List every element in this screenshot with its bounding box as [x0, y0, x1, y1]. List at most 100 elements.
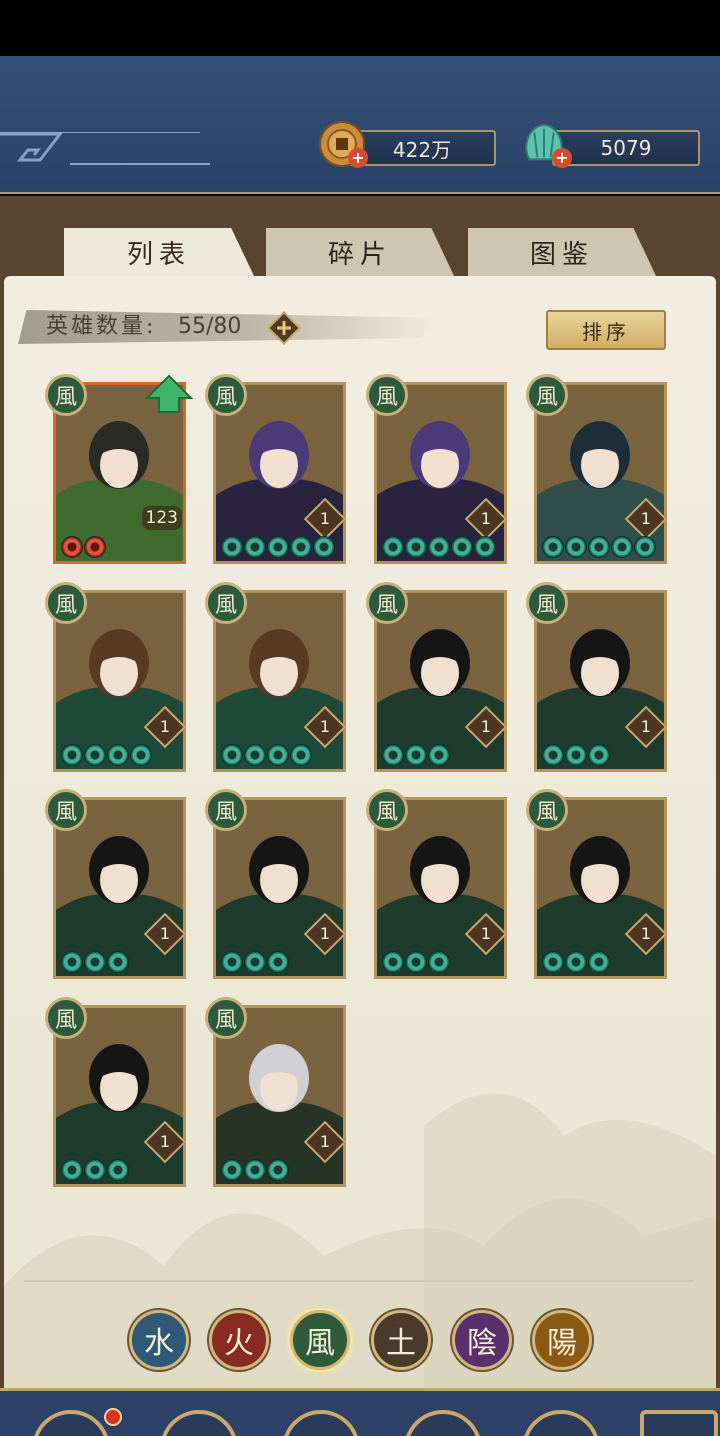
star-jade-icon: [221, 951, 243, 973]
hero-card[interactable]: 風1: [205, 582, 347, 772]
hero-card[interactable]: 風1: [366, 374, 508, 564]
star-jade-icon: [565, 744, 587, 766]
filter-wind-button[interactable]: 風: [290, 1310, 350, 1370]
hero-level: 1: [480, 509, 492, 528]
copper-amount: 422万: [348, 130, 496, 166]
star-jade-icon: [382, 951, 404, 973]
star-jade-icon: [267, 1159, 289, 1181]
tab-codex[interactable]: 图鉴: [468, 228, 656, 276]
hero-stars: [542, 951, 610, 973]
upgrade-arrow-icon: [145, 374, 193, 413]
hero-stars: [542, 536, 656, 558]
expand-capacity-button[interactable]: [267, 311, 301, 345]
hero-level: 1: [159, 717, 171, 736]
wind-element-icon: 風: [526, 582, 568, 624]
star-jade-icon: [405, 951, 427, 973]
nav-item-6[interactable]: [640, 1410, 718, 1436]
hero-count-label: 英雄数量:: [46, 314, 157, 339]
star-jade-icon: [267, 744, 289, 766]
hero-stars: [382, 536, 496, 558]
hero-card[interactable]: 風1: [205, 374, 347, 564]
hero-stars: [61, 951, 129, 973]
star-jade-icon: [244, 744, 266, 766]
hero-level: 1: [319, 509, 331, 528]
star-jade-icon: [267, 536, 289, 558]
hero-level: 1: [319, 924, 331, 943]
star-jade-icon: [588, 744, 610, 766]
star-jade-icon: [244, 951, 266, 973]
wind-element-icon: 風: [366, 789, 408, 831]
star-jade-icon: [84, 1159, 106, 1181]
hero-stars: [382, 951, 450, 973]
wind-element-icon: 風: [45, 582, 87, 624]
star-jade-icon: [61, 536, 83, 558]
wind-element-icon: 風: [45, 789, 87, 831]
filter-yin-button[interactable]: 陰: [452, 1310, 512, 1370]
star-jade-icon: [61, 744, 83, 766]
wind-element-icon: 風: [205, 997, 247, 1039]
add-copper-button[interactable]: +: [348, 148, 368, 168]
star-jade-icon: [61, 951, 83, 973]
star-jade-icon: [244, 536, 266, 558]
hero-level: 1: [480, 924, 492, 943]
star-jade-icon: [221, 536, 243, 558]
currency-copper[interactable]: 422万 +: [318, 121, 498, 168]
hero-card[interactable]: 風1: [526, 374, 668, 564]
star-jade-icon: [290, 744, 312, 766]
hero-card[interactable]: 風1: [45, 789, 187, 979]
star-jade-icon: [290, 536, 312, 558]
hero-card[interactable]: 風1: [45, 997, 187, 1187]
star-jade-icon: [542, 951, 564, 973]
notification-dot: [104, 1408, 122, 1426]
wind-element-icon: 風: [45, 374, 87, 416]
hero-card[interactable]: 風1: [526, 582, 668, 772]
star-jade-icon: [565, 951, 587, 973]
wind-element-icon: 風: [205, 582, 247, 624]
filter-fire-button[interactable]: 火: [209, 1310, 269, 1370]
hero-stars: [221, 951, 289, 973]
star-jade-icon: [107, 1159, 129, 1181]
currency-jade[interactable]: 5079 +: [520, 123, 700, 168]
hero-card[interactable]: 風1: [205, 789, 347, 979]
hero-stars: [221, 744, 312, 766]
wind-element-icon: 風: [526, 374, 568, 416]
hero-stars: [382, 744, 450, 766]
hero-level: 1: [480, 717, 492, 736]
star-jade-icon: [84, 744, 106, 766]
star-jade-icon: [61, 1159, 83, 1181]
filter-yang-button[interactable]: 陽: [532, 1310, 592, 1370]
star-jade-icon: [405, 744, 427, 766]
star-jade-icon: [451, 536, 473, 558]
star-jade-icon: [565, 536, 587, 558]
star-jade-icon: [130, 744, 152, 766]
star-jade-icon: [313, 536, 335, 558]
star-jade-icon: [428, 951, 450, 973]
tab-fragments[interactable]: 碎片: [266, 228, 454, 276]
star-jade-icon: [244, 1159, 266, 1181]
star-jade-icon: [382, 536, 404, 558]
star-jade-icon: [267, 951, 289, 973]
hero-stars: [61, 1159, 129, 1181]
star-jade-icon: [84, 951, 106, 973]
sort-button[interactable]: 排序: [546, 310, 666, 350]
hero-stars: [61, 744, 152, 766]
filter-earth-button[interactable]: 土: [371, 1310, 431, 1370]
tab-list[interactable]: 列表: [64, 228, 254, 276]
wind-element-icon: 風: [205, 789, 247, 831]
hero-stars: [221, 536, 335, 558]
hero-card[interactable]: 風 123: [45, 374, 193, 564]
star-jade-icon: [588, 536, 610, 558]
hero-card[interactable]: 風1: [366, 582, 508, 772]
filter-water-button[interactable]: 水: [129, 1310, 189, 1370]
hero-card[interactable]: 風1: [526, 789, 668, 979]
add-jade-button[interactable]: +: [552, 148, 572, 168]
hero-card[interactable]: 風1: [205, 997, 347, 1187]
star-jade-icon: [428, 536, 450, 558]
star-jade-icon: [107, 744, 129, 766]
hero-card[interactable]: 風1: [45, 582, 187, 772]
wind-element-icon: 風: [366, 374, 408, 416]
hero-count-value: 55/80: [178, 314, 242, 339]
hero-card[interactable]: 風1: [366, 789, 508, 979]
star-jade-icon: [474, 536, 496, 558]
star-jade-icon: [428, 744, 450, 766]
